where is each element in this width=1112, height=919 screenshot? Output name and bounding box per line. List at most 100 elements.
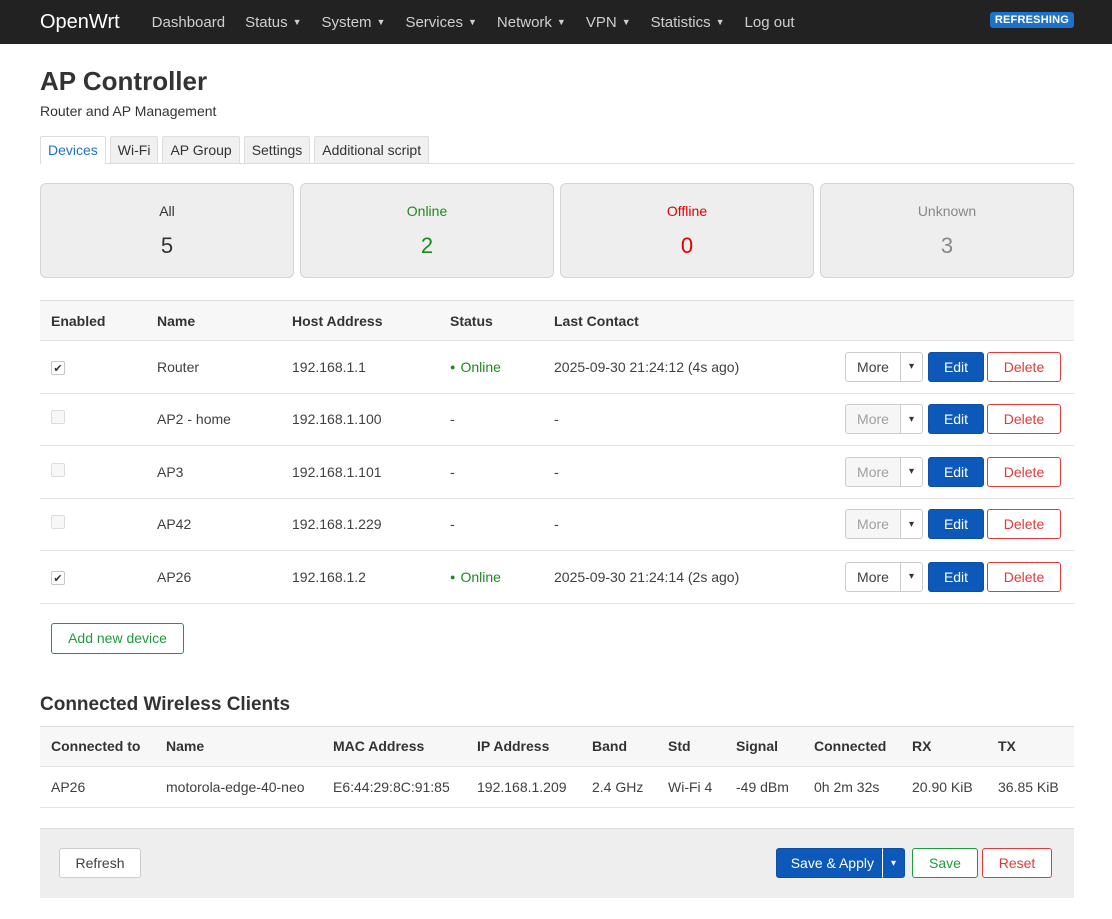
edit-button[interactable]: Edit	[928, 456, 984, 487]
save-actions: Save & Apply ▾ Save Reset	[775, 848, 1052, 878]
nav-item-network[interactable]: Network ▼	[497, 14, 566, 31]
more-dropdown-toggle[interactable]: ▾	[901, 456, 923, 487]
edit-button[interactable]: Edit	[928, 351, 984, 382]
device-status: ● Online	[450, 569, 554, 585]
save-apply-dropdown-toggle[interactable]: ▾	[882, 848, 905, 878]
caret-down-icon: ▼	[715, 17, 725, 27]
delete-button[interactable]: Delete	[987, 351, 1061, 382]
main-menu: Dashboard Status ▼ System ▼ Services ▼ Network ▼…	[142, 14, 805, 31]
device-last-contact: -	[554, 463, 559, 480]
edit-button[interactable]: Edit	[928, 561, 984, 592]
nav-item-vpn[interactable]: VPN ▼	[586, 14, 631, 31]
header-mac-address: MAC Address	[333, 738, 425, 754]
device-status-summary: All 5 Online 2 Offline 0 Unknown 3	[40, 183, 1074, 278]
device-name: Router	[157, 358, 200, 375]
reset-button[interactable]: Reset	[982, 848, 1052, 878]
client-tx: 36.85 KiB	[998, 778, 1059, 795]
more-button[interactable]: More	[845, 404, 901, 435]
caret-down-icon: ▼	[621, 17, 631, 27]
header-std: Std	[668, 738, 691, 754]
nav-item-statistics[interactable]: Statistics ▼	[651, 14, 725, 31]
tab-devices[interactable]: Devices	[40, 136, 106, 164]
more-button[interactable]: More	[845, 351, 901, 382]
device-host-address: 192.168.1.101	[292, 463, 382, 480]
device-last-contact: 2025-09-30 21:24:14 (2s ago)	[554, 568, 740, 585]
client-std: Wi-Fi 4	[668, 778, 713, 795]
caret-down-icon: ▼	[376, 17, 386, 27]
enabled-cell	[40, 410, 157, 427]
refreshing-badge[interactable]: REFRESHING	[989, 12, 1074, 28]
enabled-cell	[40, 462, 157, 480]
nav-item-services[interactable]: Services ▼	[405, 14, 476, 31]
save-and-apply-button[interactable]: Save & Apply	[775, 848, 882, 878]
stat-label: Online	[406, 203, 448, 219]
refresh-button[interactable]: Refresh	[59, 848, 141, 878]
more-dropdown-toggle[interactable]: ▾	[901, 351, 923, 382]
device-actions: More ▾ Edit Delete	[844, 509, 1074, 540]
device-actions: More ▾ Edit Delete	[844, 404, 1074, 435]
top-navbar: OpenWrt Dashboard Status ▼ System ▼ Services ▼…	[0, 0, 1112, 44]
device-actions: More ▾ Edit Delete	[844, 561, 1074, 592]
stat-card-all[interactable]: All 5	[40, 183, 294, 278]
brand-logo[interactable]: OpenWrt	[40, 11, 120, 34]
nav-item-status[interactable]: Status ▼	[245, 14, 301, 31]
table-row: AP26 motorola-edge-40-neo E6:44:29:8C:91:8…	[40, 767, 1074, 808]
more-dropdown-toggle[interactable]: ▾	[901, 404, 923, 435]
tab-additional-script[interactable]: Additional script	[314, 136, 430, 163]
nav-item-system[interactable]: System ▼	[322, 14, 386, 31]
more-button[interactable]: More	[845, 561, 901, 592]
client-connected-to: AP26	[51, 778, 86, 795]
table-row: AP3 192.168.1.101 - - More ▾ Edit Delete	[40, 446, 1074, 499]
header-name: Name	[166, 738, 205, 754]
enabled-checkbox[interactable]	[51, 410, 65, 425]
page-content: AP Controller Router and AP Management D…	[0, 66, 1112, 898]
more-dropdown-toggle[interactable]: ▾	[901, 509, 923, 540]
device-status-text: -	[450, 516, 455, 533]
delete-button[interactable]: Delete	[987, 561, 1061, 592]
tab-settings[interactable]: Settings	[243, 136, 311, 163]
delete-button[interactable]: Delete	[987, 404, 1061, 435]
enabled-checkbox[interactable]	[51, 462, 65, 477]
device-last-contact: -	[554, 411, 559, 428]
device-status-text: -	[450, 463, 455, 480]
stat-card-offline[interactable]: Offline 0	[560, 183, 814, 278]
tab-ap-group[interactable]: AP Group	[162, 136, 240, 163]
table-row: ✔ Router 192.168.1.1 ● Online 2025-09-30 21:2…	[40, 341, 1074, 394]
client-connected: 0h 2m 32s	[814, 778, 880, 795]
tab-wi-fi[interactable]: Wi-Fi	[109, 136, 159, 163]
edit-button[interactable]: Edit	[928, 509, 984, 540]
enabled-checkbox[interactable]: ✔	[51, 571, 65, 585]
device-host-address: 192.168.1.1	[292, 358, 366, 375]
table-row: AP42 192.168.1.229 - - More ▾ Edit Delete	[40, 499, 1074, 551]
more-button[interactable]: More	[845, 509, 901, 540]
stat-card-unknown[interactable]: Unknown 3	[820, 183, 1074, 278]
enabled-cell: ✔	[40, 569, 157, 585]
nav-item-label: System	[321, 13, 372, 31]
device-name: AP2 - home	[157, 411, 231, 428]
add-new-device-button[interactable]: Add new device	[51, 622, 184, 654]
save-button[interactable]: Save	[912, 848, 978, 878]
clients-section-title: Connected Wireless Clients	[40, 693, 291, 715]
device-name: AP3	[157, 463, 184, 480]
device-status-text: Online	[460, 568, 501, 585]
header-connected-to: Connected to	[51, 738, 141, 754]
form-actions-bar: Refresh Save & Apply ▾ Save Reset	[40, 827, 1074, 898]
delete-button[interactable]: Delete	[987, 509, 1061, 540]
device-host-address: 192.168.1.100	[292, 411, 382, 428]
more-button[interactable]: More	[845, 456, 901, 487]
device-name: AP26	[157, 568, 192, 585]
header-last-contact: Last Contact	[554, 312, 639, 329]
nav-item-label: VPN	[585, 13, 617, 31]
online-dot-icon: ●	[450, 571, 456, 582]
nav-item-log-out[interactable]: Log out	[745, 14, 795, 31]
nav-item-dashboard[interactable]: Dashboard	[152, 14, 225, 31]
header-enabled: Enabled	[51, 312, 106, 329]
enabled-checkbox[interactable]: ✔	[51, 361, 65, 375]
edit-button[interactable]: Edit	[928, 404, 984, 435]
delete-button[interactable]: Delete	[987, 456, 1061, 487]
stat-value: 0	[680, 233, 694, 258]
stat-card-online[interactable]: Online 2	[300, 183, 554, 278]
enabled-checkbox[interactable]	[51, 515, 65, 530]
caret-down-icon: ▼	[556, 17, 566, 27]
more-dropdown-toggle[interactable]: ▾	[901, 561, 923, 592]
